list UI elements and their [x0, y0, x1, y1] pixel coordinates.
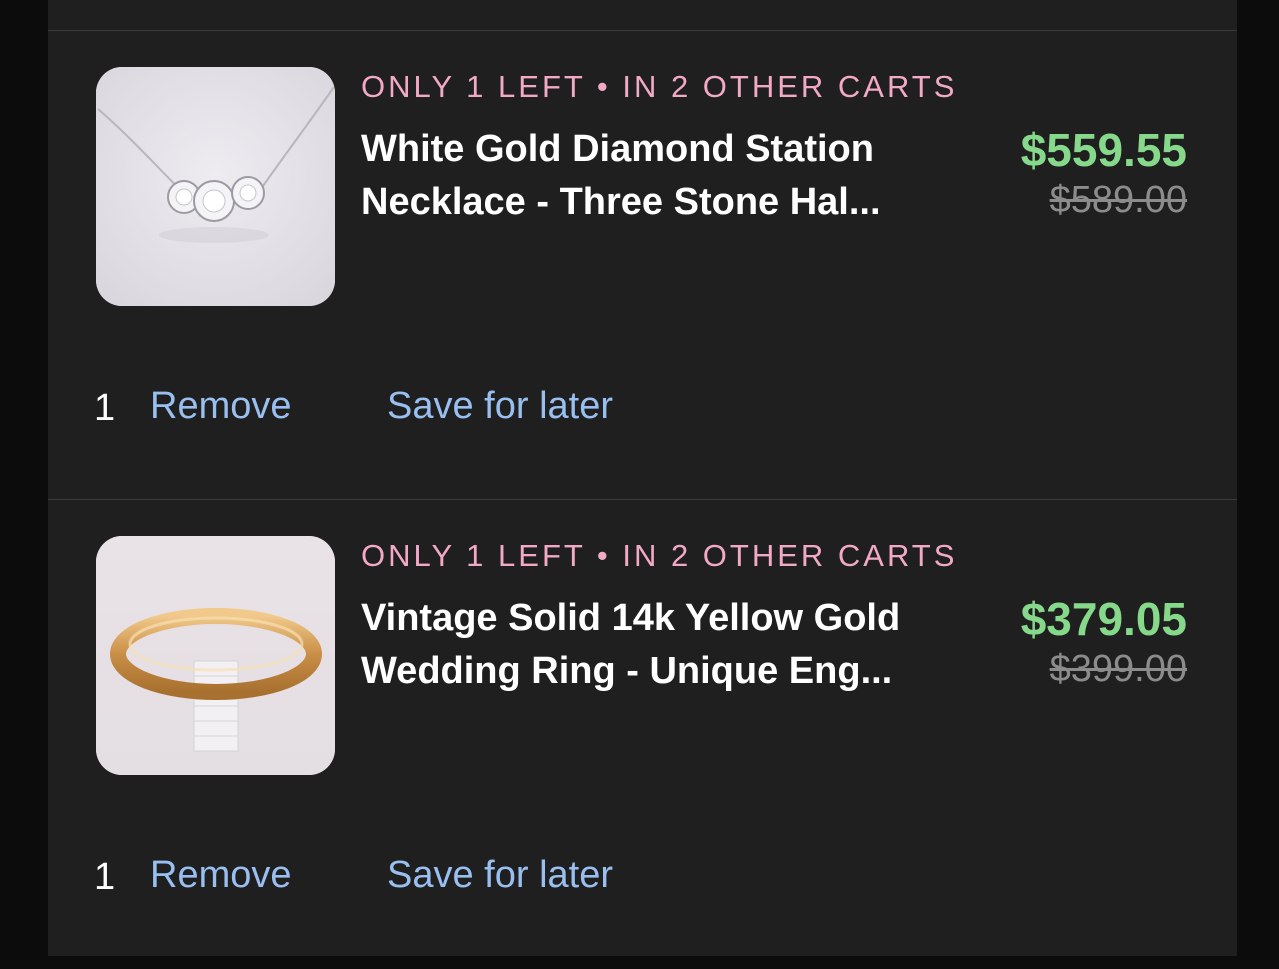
product-title[interactable]: White Gold Diamond Station Necklace - Th… [361, 123, 941, 229]
save-for-later-button[interactable]: Save for later [387, 854, 613, 897]
cart-item: ONLY 1 LEFT • IN 2 OTHER CARTS Vintage S… [48, 500, 1237, 969]
product-image-necklace[interactable] [96, 67, 335, 306]
remove-button[interactable]: Remove [150, 385, 292, 428]
product-title-line: Necklace - Three Stone Hal... [361, 181, 881, 223]
sale-price: $379.05 [1020, 593, 1187, 645]
stock-badge: ONLY 1 LEFT • IN 2 OTHER CARTS [361, 69, 958, 104]
sale-price: $559.55 [1020, 124, 1187, 176]
product-title[interactable]: Vintage Solid 14k Yellow Gold Wedding Ri… [361, 592, 941, 698]
quantity[interactable]: 1 [94, 387, 115, 430]
cart-item: ONLY 1 LEFT • IN 2 OTHER CARTS White Gol… [48, 31, 1237, 500]
product-image-ring[interactable] [96, 536, 335, 775]
original-price: $589.00 [1049, 179, 1187, 221]
product-title-line: Wedding Ring - Unique Eng... [361, 650, 893, 692]
cart-list: ONLY 1 LEFT • IN 2 OTHER CARTS White Gol… [48, 0, 1237, 956]
product-title-line: White Gold Diamond Station [361, 128, 874, 170]
quantity[interactable]: 1 [94, 856, 115, 899]
remove-button[interactable]: Remove [150, 854, 292, 897]
stock-badge: ONLY 1 LEFT • IN 2 OTHER CARTS [361, 538, 958, 573]
product-title-line: Vintage Solid 14k Yellow Gold [361, 597, 901, 639]
save-for-later-button[interactable]: Save for later [387, 385, 613, 428]
original-price: $399.00 [1049, 648, 1187, 690]
necklace-photo-icon [96, 67, 335, 306]
ring-photo-icon [96, 536, 335, 775]
